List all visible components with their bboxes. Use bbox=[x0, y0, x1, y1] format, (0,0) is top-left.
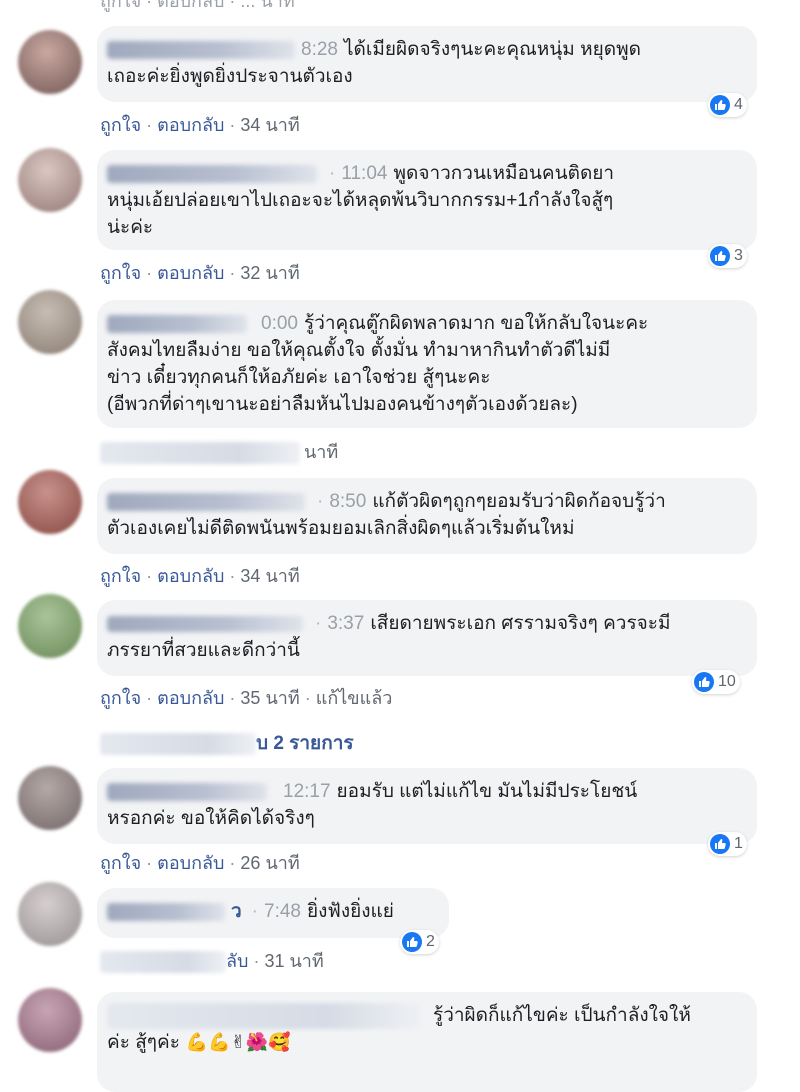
blurred-commenter-name[interactable] bbox=[107, 1002, 421, 1029]
avatar[interactable] bbox=[18, 882, 82, 946]
reaction-count[interactable]: 2 bbox=[400, 930, 439, 954]
reply-link[interactable]: ลับ bbox=[226, 951, 248, 971]
comment-time: 8:50 bbox=[329, 491, 367, 512]
view-replies-link[interactable]: บ 2 รายการ bbox=[100, 728, 354, 758]
comment-actions: ถูกใจ · ตอบกลับ · 34 นาที bbox=[100, 115, 300, 135]
replies-count[interactable]: บ 2 รายการ bbox=[256, 733, 354, 754]
avatar[interactable] bbox=[18, 290, 82, 354]
comment-actions: ถูกใจ · ตอบกลับ · 35 นาที · แก้ไขแล้ว bbox=[100, 688, 393, 708]
like-icon bbox=[694, 672, 714, 692]
avatar[interactable] bbox=[18, 148, 82, 212]
like-icon bbox=[402, 932, 422, 952]
comment-actions: ลับ · 31 นาที bbox=[100, 946, 324, 975]
comment-time: 12:17 bbox=[283, 781, 331, 802]
comment-time: 11:04 bbox=[341, 163, 388, 184]
comment-bubble: รู้ว่าผิดก็แก้ไขค่ะ เป็นกำลังใจให้ ค่ะ สู… bbox=[97, 992, 757, 1092]
comment-time: 7:48 bbox=[264, 901, 301, 922]
comment-age: 32 นาที bbox=[240, 263, 300, 283]
comment-bubble: 12:17 ยอมรับ แต่ไม่แก้ไข มันไม่มีประโยชน์… bbox=[97, 768, 757, 844]
edited-label: แก้ไขแล้ว bbox=[315, 688, 393, 708]
commenter-name[interactable] bbox=[107, 492, 305, 511]
reply-link[interactable]: ตอบกลับ bbox=[157, 566, 224, 586]
comment-bubble: · 11:04 พูดจาวกวนเหมือนคนติดยา หนุ่มเอ้ยปล่… bbox=[97, 150, 757, 250]
reaction-number: 10 bbox=[718, 673, 736, 690]
flexed-biceps-icon: 💪 bbox=[208, 1032, 231, 1052]
comment-actions: ถูกใจ · ตอบกลับ · 26 นาที bbox=[100, 853, 300, 873]
comment-age: นาที bbox=[304, 442, 339, 462]
cutoff-actions: ถูกใจ · ตอบกลับ · ... นาที bbox=[100, 0, 295, 11]
comment-age: 31 นาที bbox=[264, 951, 324, 971]
blurred-actions bbox=[100, 442, 300, 465]
reaction-count[interactable]: 4 bbox=[708, 93, 747, 117]
commenter-name-tail[interactable]: ว bbox=[231, 901, 242, 922]
avatar[interactable] bbox=[18, 594, 82, 658]
reaction-count[interactable]: 1 bbox=[708, 832, 747, 856]
like-link[interactable]: ถูกใจ bbox=[100, 115, 141, 135]
like-link[interactable]: ถูกใจ bbox=[100, 688, 141, 708]
reaction-number: 1 bbox=[734, 835, 743, 852]
comment-age: 35 นาที bbox=[240, 688, 300, 708]
like-icon bbox=[710, 95, 730, 115]
reaction-number: 2 bbox=[426, 933, 435, 950]
like-icon bbox=[710, 834, 730, 854]
commenter-name[interactable] bbox=[107, 902, 225, 921]
comment-bubble: ว · 7:48 ยิ่งฟังยิ่งแย่ bbox=[97, 888, 449, 938]
blurred-replies-avatar bbox=[100, 732, 256, 755]
comment-actions: ถูกใจ · ตอบกลับ · 32 นาที bbox=[100, 263, 300, 283]
reaction-number: 3 bbox=[734, 247, 743, 264]
comment-time: 8:28 bbox=[301, 39, 338, 60]
commenter-name[interactable] bbox=[107, 40, 295, 59]
hibiscus-icon: 🌺 bbox=[245, 1032, 269, 1052]
reply-link[interactable]: ตอบกลับ bbox=[157, 688, 224, 708]
comment-age: 26 นาที bbox=[240, 853, 300, 873]
reaction-count[interactable]: 3 bbox=[708, 244, 747, 268]
like-link[interactable]: ถูกใจ bbox=[100, 853, 141, 873]
victory-hand-icon: ✌ bbox=[230, 1032, 246, 1052]
comment-actions: นาที bbox=[100, 437, 338, 466]
comment-time: 0:00 bbox=[261, 313, 298, 334]
flexed-biceps-icon: 💪 bbox=[185, 1032, 209, 1052]
comment-bubble: 0:00 รู้ว่าคุณตู๊กผิดพลาดมาก ขอให้กลับใจน… bbox=[97, 300, 757, 428]
avatar[interactable] bbox=[18, 988, 82, 1052]
emoji-group: 💪💪✌🌺🥰 bbox=[186, 1032, 291, 1053]
commenter-name[interactable] bbox=[107, 164, 317, 183]
like-link[interactable]: ถูกใจ bbox=[100, 263, 141, 283]
commenter-name[interactable] bbox=[107, 314, 247, 333]
like-icon bbox=[710, 246, 730, 266]
comment-age: 34 นาที bbox=[240, 566, 300, 586]
like-link[interactable]: ถูกใจ bbox=[100, 566, 141, 586]
comment-actions: ถูกใจ · ตอบกลับ · 34 นาที bbox=[100, 566, 300, 586]
comment-time: 3:37 bbox=[327, 613, 365, 634]
avatar[interactable] bbox=[18, 766, 82, 830]
reply-link[interactable]: ตอบกลับ bbox=[157, 263, 224, 283]
reply-link[interactable]: ตอบกลับ bbox=[157, 115, 224, 135]
avatar[interactable] bbox=[18, 470, 82, 534]
comment-text: ยิ่งฟังยิ่งแย่ bbox=[306, 901, 394, 922]
reaction-number: 4 bbox=[734, 96, 743, 113]
comment-age: 34 นาที bbox=[240, 115, 300, 135]
reaction-count[interactable]: 10 bbox=[692, 670, 740, 694]
avatar[interactable] bbox=[18, 30, 82, 94]
commenter-name[interactable] bbox=[107, 615, 303, 632]
comment-bubble: · 8:50 แก้ตัวผิดๆถูกๆยอมรับว่าผิดก้อจบรู้ว… bbox=[97, 478, 757, 554]
cutoff-row: ถูกใจ · ตอบกลับ · ... นาที bbox=[0, 0, 800, 11]
blurred-actions bbox=[100, 951, 226, 974]
reply-link[interactable]: ตอบกลับ bbox=[157, 853, 224, 873]
smiling-hearts-face-icon: 🥰 bbox=[268, 1032, 291, 1052]
comment-bubble: · 3:37 เสียดายพระเอก ศรรามจริงๆ ควรจะมี ภรร… bbox=[97, 600, 757, 676]
commenter-name[interactable] bbox=[107, 782, 267, 801]
comment-bubble: 8:28 ได้เมียผิดจริงๆนะคะคุณหนุ่ม หยุดพูดเ… bbox=[97, 26, 757, 102]
